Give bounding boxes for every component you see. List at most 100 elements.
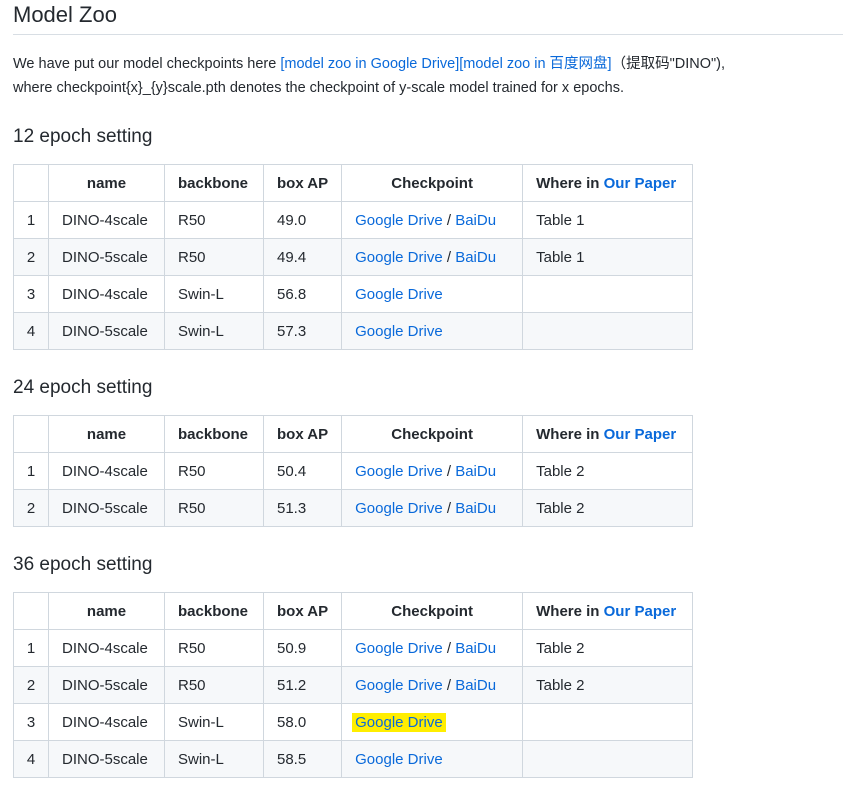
model-zoo-baidu-link[interactable]: [model zoo in 百度网盘] — [459, 56, 611, 72]
col-header-index — [13, 592, 49, 630]
table-header-row: name backbone box AP Checkpoint Where in… — [13, 592, 694, 630]
cell-checkpoint: Google Drive / BaiDu — [341, 666, 524, 704]
cell-where: Table 1 — [522, 201, 694, 239]
col-header-checkpoint: Checkpoint — [341, 164, 524, 202]
cell-name: DINO-5scale — [48, 666, 165, 704]
cell-index: 3 — [13, 703, 49, 741]
col-header-checkpoint: Checkpoint — [341, 415, 524, 453]
table-row: 4 DINO-5scale Swin-L 58.5 Google Drive — [13, 740, 694, 778]
google-drive-link-highlighted[interactable]: Google Drive — [352, 712, 446, 732]
table-row: 2 DINO-5scale R50 51.3 Google Drive / Ba… — [13, 489, 694, 527]
cell-index: 1 — [13, 201, 49, 239]
table-row: 4 DINO-5scale Swin-L 57.3 Google Drive — [13, 312, 694, 350]
baidu-link[interactable]: BaiDu — [455, 677, 496, 694]
intro-text-3: where checkpoint{x}_{y}scale.pth denotes… — [13, 80, 624, 96]
table-row: 1 DINO-4scale R50 50.9 Google Drive / Ba… — [13, 629, 694, 667]
col-header-backbone: backbone — [164, 592, 264, 630]
cell-index: 2 — [13, 666, 49, 704]
our-paper-link[interactable]: Our Paper — [604, 603, 677, 620]
google-drive-link[interactable]: Google Drive — [355, 212, 443, 229]
cell-name: DINO-5scale — [48, 312, 165, 350]
our-paper-link[interactable]: Our Paper — [604, 426, 677, 443]
table-header-row: name backbone box AP Checkpoint Where in… — [13, 415, 694, 453]
cell-name: DINO-4scale — [48, 629, 165, 667]
cell-name: DINO-5scale — [48, 740, 165, 778]
cell-box-ap: 51.2 — [262, 666, 343, 704]
section-heading-36-epoch: 36 epoch setting — [13, 554, 153, 575]
col-header-where: Where in Our Paper — [522, 164, 694, 202]
baidu-link[interactable]: BaiDu — [455, 500, 496, 517]
cell-name: DINO-4scale — [48, 703, 165, 741]
col-header-box-ap: box AP — [262, 592, 343, 630]
table-row: 1 DINO-4scale R50 49.0 Google Drive / Ba… — [13, 201, 694, 239]
section-heading-12-epoch: 12 epoch setting — [13, 126, 153, 147]
cell-where: Table 1 — [522, 238, 694, 276]
google-drive-link[interactable]: Google Drive — [355, 751, 443, 768]
google-drive-link[interactable]: Google Drive — [355, 500, 443, 517]
cell-index: 4 — [13, 312, 49, 350]
table-row: 2 DINO-5scale R50 51.2 Google Drive / Ba… — [13, 666, 694, 704]
cell-backbone: R50 — [164, 201, 264, 239]
cell-backbone: R50 — [164, 489, 264, 527]
cell-backbone: Swin-L — [164, 703, 264, 741]
table-row: 3 DINO-4scale Swin-L 56.8 Google Drive — [13, 275, 694, 313]
cell-backbone: R50 — [164, 238, 264, 276]
section-heading-24-epoch: 24 epoch setting — [13, 377, 153, 398]
baidu-link[interactable]: BaiDu — [455, 463, 496, 480]
cell-box-ap: 58.0 — [262, 703, 343, 741]
cell-backbone: R50 — [164, 452, 264, 490]
table-row: 3 DINO-4scale Swin-L 58.0 Google Drive — [13, 703, 694, 741]
cell-index: 2 — [13, 489, 49, 527]
cell-where: Table 2 — [522, 452, 694, 490]
col-header-name: name — [48, 164, 165, 202]
cell-checkpoint: Google Drive / BaiDu — [341, 452, 524, 490]
google-drive-link[interactable]: Google Drive — [355, 677, 443, 694]
baidu-link[interactable]: BaiDu — [455, 212, 496, 229]
table-36-epoch: name backbone box AP Checkpoint Where in… — [13, 592, 694, 778]
model-zoo-google-drive-link[interactable]: [model zoo in Google Drive] — [280, 56, 459, 72]
google-drive-link[interactable]: Google Drive — [355, 463, 443, 480]
cell-backbone: R50 — [164, 666, 264, 704]
cell-name: DINO-4scale — [48, 275, 165, 313]
col-header-name: name — [48, 415, 165, 453]
google-drive-link[interactable]: Google Drive — [355, 640, 443, 657]
baidu-link[interactable]: BaiDu — [455, 249, 496, 266]
col-header-backbone: backbone — [164, 415, 264, 453]
baidu-link[interactable]: BaiDu — [455, 640, 496, 657]
cell-checkpoint: Google Drive / BaiDu — [341, 629, 524, 667]
cell-index: 1 — [13, 452, 49, 490]
cell-backbone: R50 — [164, 629, 264, 667]
cell-checkpoint: Google Drive / BaiDu — [341, 201, 524, 239]
col-header-backbone: backbone — [164, 164, 264, 202]
cell-box-ap: 56.8 — [262, 275, 343, 313]
google-drive-link[interactable]: Google Drive — [355, 249, 443, 266]
intro-paragraph: We have put our model checkpoints here [… — [13, 52, 843, 100]
cell-index: 4 — [13, 740, 49, 778]
where-prefix: Where in — [536, 602, 604, 620]
cell-index: 1 — [13, 629, 49, 667]
col-header-name: name — [48, 592, 165, 630]
google-drive-link[interactable]: Google Drive — [355, 286, 443, 303]
table-row: 1 DINO-4scale R50 50.4 Google Drive / Ba… — [13, 452, 694, 490]
our-paper-link[interactable]: Our Paper — [604, 175, 677, 192]
google-drive-link[interactable]: Google Drive — [355, 323, 443, 340]
cell-checkpoint: Google Drive — [341, 703, 524, 741]
cell-name: DINO-4scale — [48, 452, 165, 490]
cell-backbone: Swin-L — [164, 740, 264, 778]
table-24-epoch: name backbone box AP Checkpoint Where in… — [13, 415, 694, 527]
cell-where — [522, 703, 694, 741]
where-prefix: Where in — [536, 174, 604, 192]
title-divider — [13, 34, 843, 35]
where-prefix: Where in — [536, 425, 604, 443]
cell-checkpoint: Google Drive — [341, 312, 524, 350]
intro-text-2: （提取码"DINO"), — [611, 56, 725, 72]
col-header-checkpoint: Checkpoint — [341, 592, 524, 630]
cell-checkpoint: Google Drive — [341, 740, 524, 778]
cell-where: Table 2 — [522, 629, 694, 667]
cell-box-ap: 49.0 — [262, 201, 343, 239]
cell-where: Table 2 — [522, 489, 694, 527]
cell-backbone: Swin-L — [164, 312, 264, 350]
cell-checkpoint: Google Drive — [341, 275, 524, 313]
link-separator: / — [442, 211, 456, 229]
cell-box-ap: 49.4 — [262, 238, 343, 276]
